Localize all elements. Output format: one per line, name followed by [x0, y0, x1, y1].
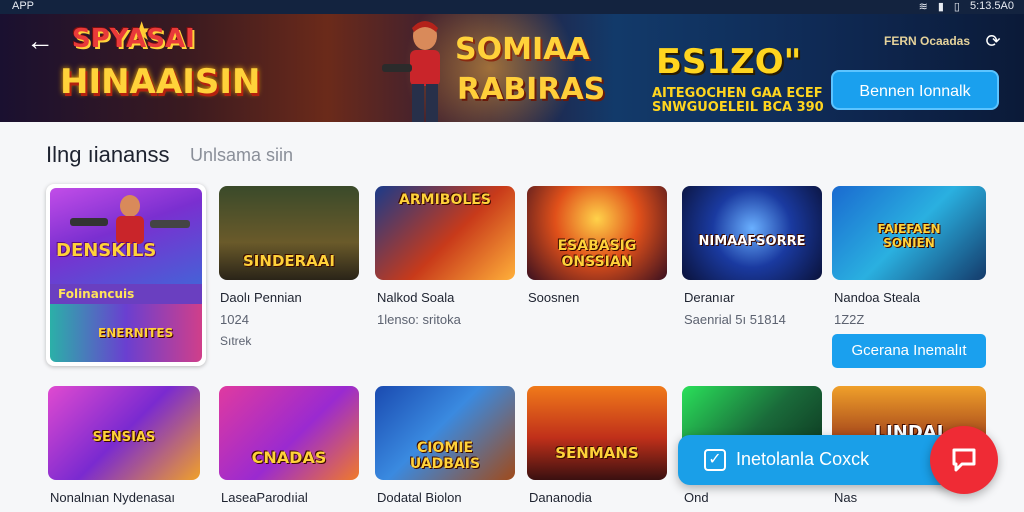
card-cta-button[interactable]: Gcerana Inemalıt	[832, 334, 986, 368]
chat-icon	[952, 448, 976, 472]
game-caption: ESABASIG ONSSIAN	[557, 238, 637, 270]
game-name: LaseaParodıial	[221, 490, 308, 505]
featured-bottom-thumb: ENERNITES	[50, 304, 202, 362]
game-thumb: FAIEFAEN SONIEN	[832, 186, 986, 280]
featured-caption: DENSKILS	[56, 240, 157, 261]
chat-fab-button[interactable]	[930, 426, 998, 494]
game-name: Daolı Pennian	[220, 290, 302, 305]
promo-banner[interactable]: ← ★ SPYASAI HINAAISIN SOMIAA RABIRAS ƂS1…	[0, 14, 1024, 122]
wifi-icon: ≋	[918, 1, 928, 13]
game-caption: SINDERAAI	[243, 252, 335, 270]
promo-title: SOMIAA RABIRAS	[455, 32, 605, 116]
game-name: Dananodia	[529, 490, 592, 505]
check-icon: ✓	[704, 449, 726, 471]
logo-line1: SPYASAI	[72, 24, 195, 54]
section-title: Ilng ıiananss	[46, 142, 170, 167]
game-caption: ARMIBOLES	[399, 192, 491, 208]
app-name: APP	[12, 0, 35, 12]
game-caption: NIMAAFSORRE	[698, 234, 806, 249]
game-caption: SENSIAS	[92, 430, 156, 445]
game-name: Nonalnıan Nydenasaı	[50, 490, 176, 505]
system-icons: ≋ ▮ ▯ 5:13.5A0	[919, 0, 1014, 13]
game-name: Nas	[834, 490, 858, 505]
clock: 5:13.5A0	[969, 0, 1014, 12]
game-thumb: SENSIAS	[48, 386, 200, 480]
signal-icon: ▮	[937, 1, 944, 13]
promo-amount: ƂS1ZO"	[656, 42, 802, 82]
game-caption: CNADAS	[251, 448, 327, 467]
game-thumb: SENMANS	[527, 386, 667, 480]
game-name: Nalkod Soala	[377, 290, 455, 305]
section-subtitle[interactable]: Unlsama siin	[190, 145, 293, 166]
game-thumb: ARMIBOLES	[375, 186, 515, 280]
game-thumb: SINDERAAI	[219, 186, 359, 280]
game-name: Soosnen	[528, 290, 580, 305]
game-name: Nandoa Steala	[834, 290, 921, 305]
featured-bottom-caption: ENERNITES	[98, 326, 174, 340]
game-meta: 1lenso: sritoka	[377, 312, 461, 327]
featured-game-card[interactable]: DENSKILS Folinancuis ENERNITES	[46, 184, 206, 366]
game-thumb: NIMAAFSORRE	[682, 186, 822, 280]
game-thumb: CIOMIE UADBAIS	[375, 386, 515, 480]
game-meta: 1Z2Z	[834, 312, 865, 327]
game-meta: Sıtrek	[220, 334, 252, 348]
back-arrow-icon[interactable]: ←	[26, 27, 56, 58]
logo-line2: HINAAISIN	[60, 62, 261, 102]
promo-subtitle-line2: SNWGUOELEIL BCA 390	[652, 100, 824, 115]
status-bar: APP ≋ ▮ ▯ 5:13.5A0	[0, 0, 1024, 14]
game-logo: ★ SPYASAI HINAAISIN	[60, 16, 260, 116]
install-floating-label: Inetolanla Coxck	[736, 449, 870, 469]
promo-title-line2: RABIRAS	[457, 72, 606, 107]
game-caption: SENMANS	[555, 444, 639, 462]
game-thumb: CNADAS	[219, 386, 359, 480]
install-floating-button[interactable]: ✓ Inetolanla Coxck	[678, 435, 958, 485]
battery-icon: ▯	[953, 1, 960, 13]
game-meta: 1024	[220, 312, 249, 327]
featured-strip: Folinancuis	[50, 284, 202, 304]
sync-icon[interactable]: ⟳	[982, 30, 1004, 52]
game-thumb: ESABASIG ONSSIAN	[527, 186, 667, 280]
banner-cta-button[interactable]: Bennen Ionnalk	[831, 70, 999, 110]
promo-subtitle-line1: AITEGOCHEN GAA ECEF	[652, 86, 823, 101]
game-name: Deranıar	[684, 290, 735, 305]
brand-label: FERN Ocaadas	[884, 34, 971, 48]
game-meta: Saenrial 5ı 51814	[684, 312, 786, 327]
game-name: Ond	[684, 490, 709, 505]
game-name: Dodatal Biolon	[377, 490, 462, 505]
game-caption: FAIEFAEN SONIEN	[877, 222, 941, 250]
game-caption: CIOMIE UADBAIS	[409, 440, 481, 472]
promo-title-line1: SOMIAA	[455, 32, 590, 67]
